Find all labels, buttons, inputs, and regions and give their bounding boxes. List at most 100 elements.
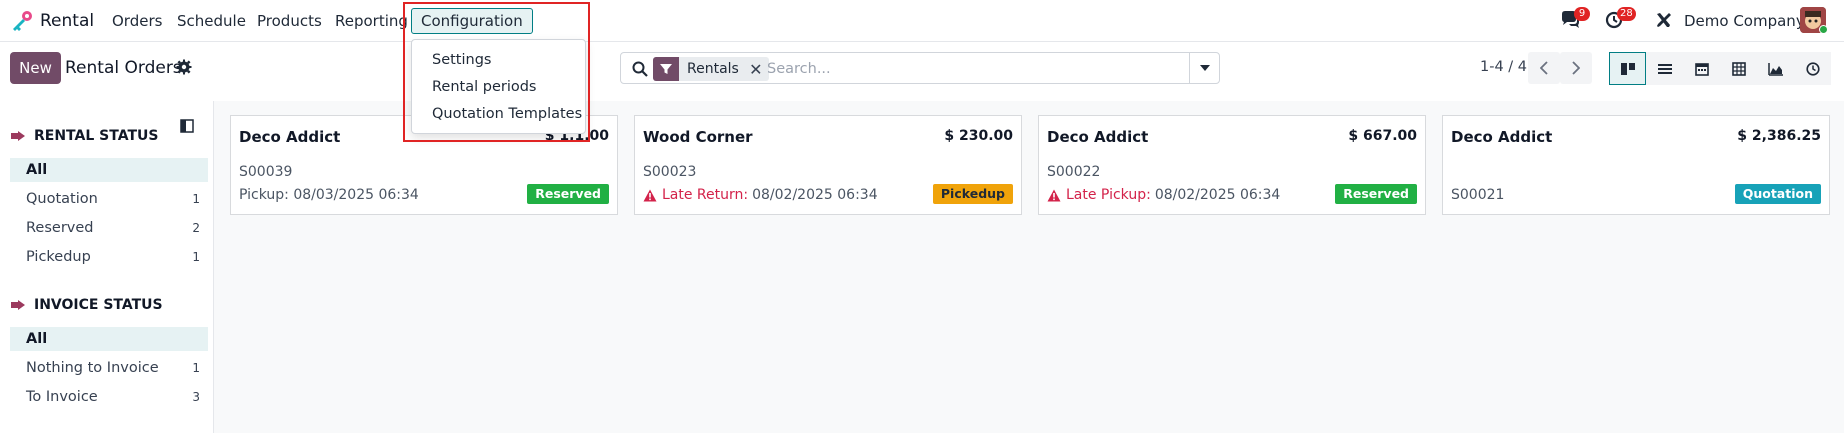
kanban-card[interactable]: Deco Addict $ 667.00 S00022 Late Pickup:…: [1038, 115, 1426, 215]
kanban-view-button[interactable]: [1609, 52, 1646, 85]
pivot-grid-icon: [1731, 61, 1746, 76]
search-input[interactable]: [767, 58, 1167, 80]
remove-facet-icon[interactable]: ✕: [747, 60, 765, 79]
rental-app-icon[interactable]: [10, 10, 34, 32]
clock-icon: [1805, 61, 1820, 76]
activity-view-button[interactable]: [1794, 52, 1831, 85]
rental-status-title: RENTAL STATUS: [34, 128, 159, 144]
card-date-line: Late Return: 08/02/2025 06:34: [643, 187, 878, 203]
area-chart-icon: [1767, 62, 1783, 76]
status-badge: Pickedup: [932, 184, 1013, 204]
warning-icon: [1047, 189, 1061, 201]
menu-orders[interactable]: Orders: [112, 12, 162, 30]
rental-status-reserved[interactable]: Reserved 2: [10, 216, 208, 240]
card-reference: S00023: [643, 164, 697, 180]
kanban-card[interactable]: Deco Addict $ 2,386.25 S00021 Quotation: [1442, 115, 1830, 215]
filter-label: Pickedup: [26, 249, 91, 265]
search-facet-rentals: Rentals ✕: [653, 57, 769, 81]
search-bar: Rentals ✕: [620, 52, 1220, 84]
view-switcher: [1609, 52, 1831, 85]
company-switcher[interactable]: Demo Company: [1684, 12, 1805, 30]
menu-item-quotation-templates[interactable]: Quotation Templates: [432, 106, 582, 122]
card-partner: Deco Addict: [239, 128, 341, 146]
status-badge: Reserved: [1335, 184, 1417, 204]
card-date: 08/02/2025 06:34: [752, 187, 878, 203]
card-partner: Deco Addict: [1451, 128, 1553, 146]
card-amount: $ 2,386.25: [1737, 128, 1821, 144]
search-panel: RENTAL STATUS All Quotation 1 Reserved 2…: [0, 101, 214, 433]
rental-status-pickedup[interactable]: Pickedup 1: [10, 245, 208, 269]
card-reference: S00021: [1451, 187, 1505, 203]
invoice-status-all[interactable]: All: [10, 327, 208, 351]
chevron-left-icon: [1540, 61, 1548, 75]
menu-schedule[interactable]: Schedule: [177, 12, 246, 30]
pager-next-button[interactable]: [1560, 52, 1592, 84]
card-date-label: Late Return:: [662, 187, 749, 203]
card-date-line: Pickup: 08/03/2025 06:34: [239, 187, 419, 203]
search-options-toggle[interactable]: [1189, 53, 1219, 83]
debug-tools-icon[interactable]: [1655, 11, 1673, 29]
filter-label: Quotation: [26, 191, 98, 207]
gear-icon[interactable]: [176, 59, 192, 75]
rental-status-header: RENTAL STATUS: [10, 128, 158, 144]
search-icon[interactable]: [631, 60, 649, 78]
status-badge: Quotation: [1734, 184, 1821, 204]
graph-view-button[interactable]: [1757, 52, 1794, 85]
page-title: Rental Orders: [65, 58, 182, 78]
status-badge: Reserved: [527, 184, 609, 204]
app-name[interactable]: Rental: [40, 11, 94, 31]
rental-status-all[interactable]: All: [10, 158, 208, 182]
card-date-label: Late Pickup:: [1066, 187, 1151, 203]
card-partner: Deco Addict: [1047, 128, 1149, 146]
filter-count: 2: [192, 221, 200, 235]
menu-item-settings[interactable]: Settings: [432, 52, 491, 68]
invoice-status-title: INVOICE STATUS: [34, 297, 163, 313]
card-date: 08/03/2025 06:34: [293, 187, 419, 203]
new-button[interactable]: New: [10, 52, 61, 84]
calendar-view-button[interactable]: [1683, 52, 1720, 85]
list-icon: [1657, 63, 1672, 74]
card-amount: $ 667.00: [1348, 128, 1417, 144]
filter-label: Nothing to Invoice: [26, 360, 159, 376]
kanban-card[interactable]: Wood Corner $ 230.00 S00023 Late Return:…: [634, 115, 1022, 215]
menu-products[interactable]: Products: [257, 12, 322, 30]
pager-value[interactable]: 1-4 / 4: [1480, 59, 1527, 75]
messages-count-badge: 9: [1574, 7, 1590, 21]
menu-item-rental-periods[interactable]: Rental periods: [432, 79, 537, 95]
menu-configuration[interactable]: Configuration: [411, 8, 533, 34]
configuration-dropdown-menu: Settings Rental periods Quotation Templa…: [411, 39, 586, 134]
collapse-panel-icon[interactable]: [180, 119, 194, 133]
kanban-icon: [1620, 62, 1635, 75]
invoice-status-header: INVOICE STATUS: [10, 297, 163, 313]
filter-label: All: [26, 331, 48, 347]
ticket-icon: [11, 300, 25, 310]
list-view-button[interactable]: [1646, 52, 1683, 85]
pivot-view-button[interactable]: [1720, 52, 1757, 85]
card-amount: $ 230.00: [944, 128, 1013, 144]
card-reference: S00022: [1047, 164, 1101, 180]
card-date-line: Late Pickup: 08/02/2025 06:34: [1047, 187, 1280, 203]
rental-status-quotation[interactable]: Quotation 1: [10, 187, 208, 211]
ticket-icon: [11, 131, 25, 141]
filter-label: To Invoice: [26, 389, 98, 405]
facet-label: Rentals: [687, 61, 739, 77]
card-partner: Wood Corner: [643, 128, 753, 146]
top-navbar: Rental Orders Schedule Products Reportin…: [0, 0, 1844, 42]
filter-label: Reserved: [26, 220, 94, 236]
menu-reporting[interactable]: Reporting: [335, 12, 408, 30]
activities-count-badge: 28: [1617, 7, 1636, 21]
activities-button[interactable]: 28: [1604, 7, 1636, 34]
filter-label: All: [26, 162, 48, 178]
calendar-icon: [1694, 62, 1709, 76]
chevron-right-icon: [1572, 61, 1580, 75]
online-status-dot: [1819, 25, 1828, 34]
filter-count: 1: [192, 250, 200, 264]
kanban-view: Deco Addict $ 1,1.00 S00039 Pickup: 08/0…: [214, 101, 1844, 433]
invoice-status-nothing-to-invoice[interactable]: Nothing to Invoice 1: [10, 356, 208, 380]
pager-previous-button[interactable]: [1528, 52, 1560, 84]
warning-icon: [643, 189, 657, 201]
filter-count: 3: [192, 390, 200, 404]
messages-button[interactable]: 9: [1559, 7, 1590, 34]
card-date: 08/02/2025 06:34: [1154, 187, 1281, 203]
invoice-status-to-invoice[interactable]: To Invoice 3: [10, 385, 208, 409]
